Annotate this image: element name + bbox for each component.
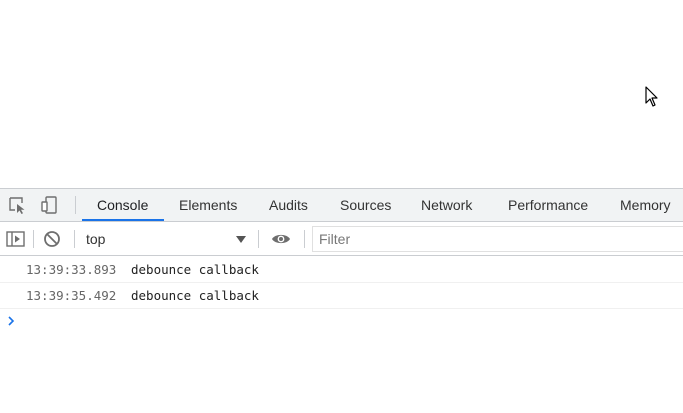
tab-sources[interactable]: Sources (340, 189, 391, 222)
tab-elements[interactable]: Elements (179, 189, 237, 222)
log-message: debounce callback (131, 262, 259, 277)
tab-audits[interactable]: Audits (269, 189, 308, 222)
log-entry: 13:39:33.893 debounce callback (0, 257, 683, 283)
tab-network[interactable]: Network (421, 189, 472, 222)
tab-performance[interactable]: Performance (508, 189, 588, 222)
show-sidebar-icon[interactable] (6, 230, 26, 248)
console-toolbar: top (0, 222, 683, 256)
log-timestamp: 13:39:33.893 (26, 262, 117, 277)
log-entry: 13:39:35.492 debounce callback (0, 283, 683, 309)
device-toolbar-icon[interactable] (40, 195, 60, 215)
live-expression-eye-icon[interactable] (271, 230, 291, 248)
tabbar-separator (75, 196, 76, 214)
toolbar-separator (258, 230, 259, 248)
prompt-chevron-icon (8, 316, 15, 326)
tab-memory[interactable]: Memory (620, 189, 671, 222)
active-tab-indicator (82, 219, 164, 221)
toolbar-separator (304, 230, 305, 248)
console-log: 13:39:33.893 debounce callback 13:39:35.… (0, 257, 683, 335)
tab-console[interactable]: Console (97, 189, 148, 222)
filter-input[interactable] (319, 227, 679, 251)
context-selector-value: top (86, 231, 106, 247)
screen: Console Elements Audits Sources Network … (0, 0, 683, 413)
clear-console-icon[interactable] (42, 230, 62, 248)
dropdown-arrow-icon (236, 236, 246, 243)
log-timestamp: 13:39:35.492 (26, 288, 117, 303)
console-prompt[interactable] (0, 309, 683, 335)
devtools-tabbar: Console Elements Audits Sources Network … (0, 189, 683, 222)
page-viewport[interactable] (0, 0, 683, 188)
context-selector[interactable]: top (80, 226, 252, 252)
toolbar-separator (33, 230, 34, 248)
mouse-pointer-icon (645, 86, 658, 107)
log-message: debounce callback (131, 288, 259, 303)
filter-box (312, 226, 683, 252)
toolbar-separator (74, 230, 75, 248)
devtools-panel: Console Elements Audits Sources Network … (0, 188, 683, 413)
inspect-element-icon[interactable] (7, 195, 27, 215)
